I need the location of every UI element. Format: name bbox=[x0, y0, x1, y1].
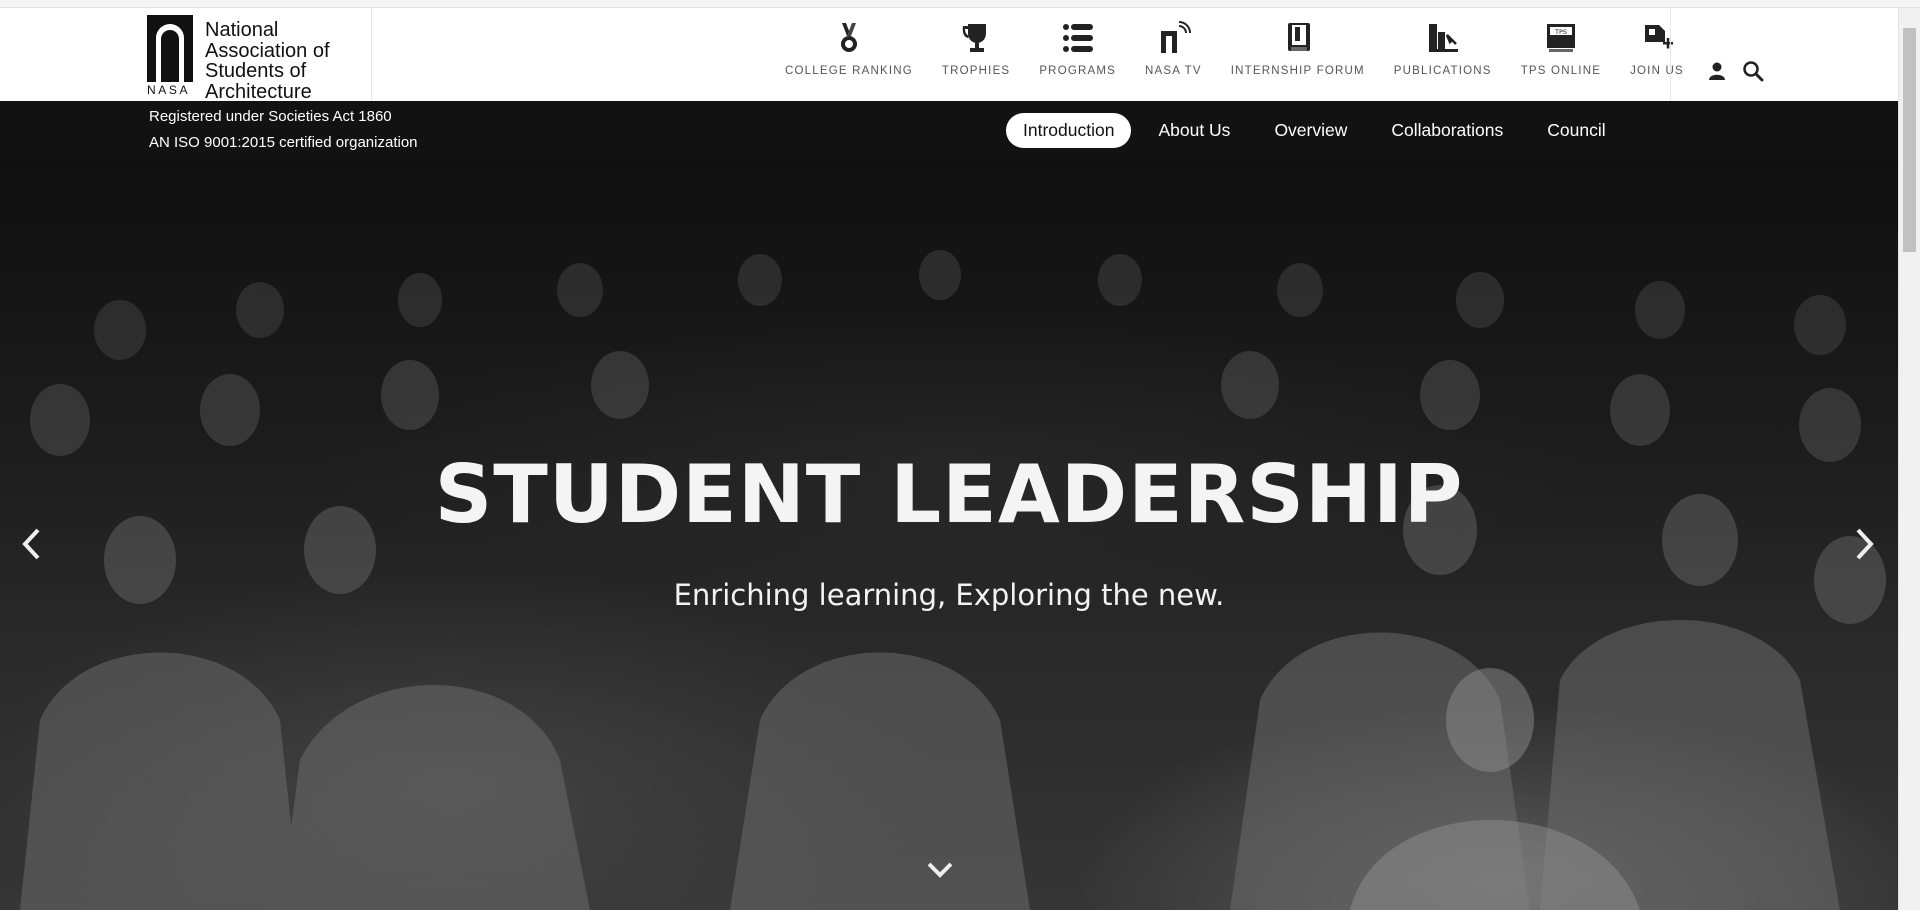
logo-name-line: Students of bbox=[205, 60, 307, 82]
logo-name-line: National bbox=[205, 19, 279, 41]
section-link-introduction[interactable]: Introduction bbox=[1006, 113, 1132, 148]
tv-icon bbox=[1161, 21, 1192, 53]
header-divider bbox=[371, 8, 372, 101]
page-scrollbar[interactable] bbox=[1898, 8, 1920, 910]
nav-publications[interactable]: PUBLICATIONS bbox=[1394, 20, 1492, 92]
chevron-right-icon[interactable] bbox=[1852, 522, 1878, 566]
registration-text: Registered under Societies Act 1860 bbox=[149, 108, 392, 125]
nav-label: TROPHIES bbox=[941, 65, 1011, 77]
briefcase-icon bbox=[1287, 23, 1310, 51]
site-header: NASA National Association of Students of… bbox=[0, 8, 1898, 102]
user-icon[interactable] bbox=[1707, 61, 1727, 81]
logo-acronym: NASA bbox=[147, 83, 191, 97]
chevron-left-icon[interactable] bbox=[18, 522, 44, 566]
nav-label: COLLEGE RANKING bbox=[785, 65, 913, 77]
hero-slider: STUDENT LEADERSHIP Enriching learning, E… bbox=[0, 160, 1898, 910]
nav-programs[interactable]: PROGRAMS bbox=[1039, 20, 1116, 92]
nav-label: TPS ONLINE bbox=[1520, 65, 1602, 77]
logo-name-line: Association of bbox=[205, 39, 330, 62]
nav-trophies[interactable]: TROPHIES bbox=[942, 20, 1010, 92]
main-nav: COLLEGE RANKING TROPHIES PROGRAMS NASA T… bbox=[785, 20, 1684, 92]
info-bar: Registered under Societies Act 1860 AN I… bbox=[0, 101, 1898, 160]
search-icon[interactable] bbox=[1742, 60, 1764, 82]
section-link-council[interactable]: Council bbox=[1530, 113, 1622, 148]
svg-text:TPS: TPS bbox=[1554, 28, 1567, 36]
header-divider bbox=[1670, 8, 1671, 101]
hero-subtitle: Enriching learning, Exploring the new. bbox=[673, 578, 1225, 612]
section-link-overview[interactable]: Overview bbox=[1257, 113, 1364, 148]
nav-label: PROGRAMS bbox=[1039, 65, 1117, 77]
logo-name: National Association of Students of Arch… bbox=[205, 19, 330, 102]
logo-name-line: Architecture bbox=[205, 80, 312, 103]
scrollbar-thumb[interactable] bbox=[1903, 28, 1916, 252]
nav-label: NASA TV bbox=[1145, 65, 1202, 77]
site-logo[interactable]: NASA National Association of Students of… bbox=[147, 15, 371, 102]
nav-nasa-tv[interactable]: NASA TV bbox=[1145, 20, 1202, 92]
hero-title: STUDENT LEADERSHIP bbox=[434, 448, 1464, 541]
nav-college-ranking[interactable]: COLLEGE RANKING bbox=[785, 20, 913, 92]
chevron-down-icon[interactable] bbox=[925, 860, 955, 880]
list-icon bbox=[1062, 24, 1093, 52]
browser-top-border bbox=[0, 0, 1920, 8]
nav-internship-forum[interactable]: INTERNSHIP FORUM bbox=[1231, 20, 1365, 92]
section-nav: Introduction About Us Overview Collabora… bbox=[1006, 113, 1633, 148]
nasa-logo-mark: NASA bbox=[147, 15, 193, 97]
nav-join-us[interactable]: JOIN US bbox=[1630, 20, 1684, 92]
books-icon bbox=[1428, 24, 1458, 52]
nav-label: JOIN US bbox=[1630, 65, 1684, 77]
iso-text: AN ISO 9001:2015 certified organization bbox=[149, 134, 418, 151]
nav-label: INTERNSHIP FORUM bbox=[1230, 65, 1365, 77]
nav-tps-online[interactable]: TPS TPS ONLINE bbox=[1521, 20, 1601, 92]
trophy-icon bbox=[962, 24, 987, 52]
tps-icon: TPS bbox=[1546, 24, 1575, 52]
section-link-collaborations[interactable]: Collaborations bbox=[1374, 113, 1520, 148]
medal-icon bbox=[840, 23, 857, 52]
section-link-about-us[interactable]: About Us bbox=[1141, 113, 1247, 148]
nav-label: PUBLICATIONS bbox=[1393, 65, 1492, 77]
